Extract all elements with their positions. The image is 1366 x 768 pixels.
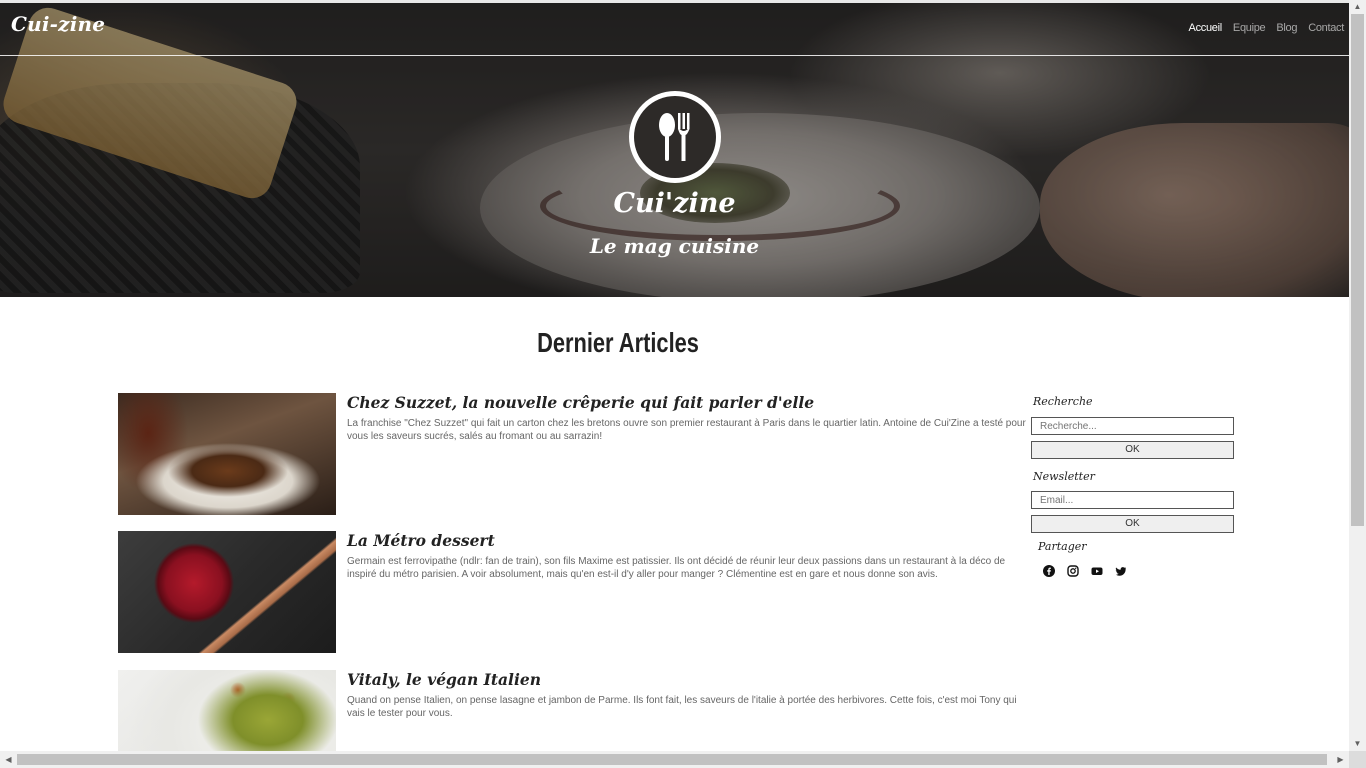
nav-link-contact[interactable]: Contact (1308, 22, 1344, 34)
horizontal-scrollbar[interactable]: ◀ ▶ (0, 751, 1349, 768)
nav-link-blog[interactable]: Blog (1276, 22, 1297, 34)
twitter-icon[interactable] (1115, 565, 1127, 577)
article-card[interactable]: Vitaly, le végan Italien Quand on pense … (118, 670, 1024, 751)
article-image-dessert[interactable] (118, 531, 336, 653)
spoon-fork-svg (659, 113, 690, 161)
scrollbar-corner (1349, 751, 1366, 768)
nav-link-equipe[interactable]: Equipe (1233, 22, 1266, 34)
hero-title: Cui'zine (613, 188, 736, 219)
newsletter-label: Newsletter (1033, 470, 1095, 483)
instagram-icon[interactable] (1067, 565, 1079, 577)
nav-link-accueil[interactable]: Accueil (1189, 22, 1223, 34)
section-title: Dernier Articles (537, 327, 699, 358)
spoon-fork-icon (629, 91, 721, 183)
horizontal-scroll-thumb[interactable] (17, 754, 1327, 765)
article-title[interactable]: Vitaly, le végan Italien (347, 670, 541, 689)
search-button[interactable]: OK (1031, 441, 1234, 459)
article-excerpt: La franchise "Chez Suzzet" qui fait un c… (347, 418, 1026, 442)
nav-links: Accueil Equipe Blog Contact (1189, 22, 1345, 34)
article-title[interactable]: La Métro dessert (347, 531, 495, 550)
youtube-icon[interactable] (1091, 565, 1103, 577)
email-input[interactable] (1031, 491, 1234, 509)
scroll-right-icon[interactable]: ▶ (1332, 751, 1349, 768)
search-label: Recherche (1033, 395, 1093, 408)
scroll-up-icon[interactable]: ▲ (1349, 0, 1366, 14)
article-title[interactable]: Chez Suzzet, la nouvelle crêperie qui fa… (347, 393, 814, 412)
hero-subtitle: Le mag cuisine (589, 234, 760, 258)
scroll-left-icon[interactable]: ◀ (0, 751, 17, 768)
social-links (1043, 565, 1127, 577)
vertical-scrollbar[interactable]: ▲ ▼ (1349, 0, 1366, 751)
logo-inner (634, 96, 716, 178)
brand-logo[interactable]: Cui-zine (11, 12, 105, 36)
facebook-icon[interactable] (1043, 565, 1055, 577)
vertical-scroll-thumb[interactable] (1351, 14, 1364, 526)
article-card[interactable]: Chez Suzzet, la nouvelle crêperie qui fa… (118, 393, 1026, 517)
newsletter-button[interactable]: OK (1031, 515, 1234, 533)
article-image-crepe[interactable] (118, 393, 336, 515)
article-image-pasta[interactable] (118, 670, 336, 751)
article-excerpt: Quand on pense Italien, on pense lasagne… (347, 695, 1017, 719)
article-excerpt: Germain est ferrovipathe (ndlr: fan de t… (347, 556, 1006, 580)
search-input[interactable] (1031, 417, 1234, 435)
share-label: Partager (1038, 540, 1087, 553)
hero-banner: Cui-zine Accueil Equipe Blog Contact Cui… (0, 3, 1349, 297)
scroll-down-icon[interactable]: ▼ (1349, 737, 1366, 751)
article-card[interactable]: La Métro dessert Germain est ferrovipath… (118, 531, 1024, 655)
navbar: Cui-zine Accueil Equipe Blog Contact (0, 3, 1349, 56)
